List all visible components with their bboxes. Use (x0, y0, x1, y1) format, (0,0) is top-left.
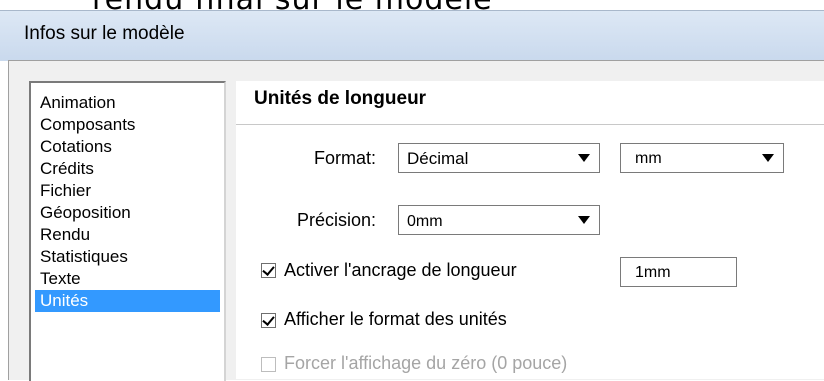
unit-select[interactable]: mm (620, 143, 784, 173)
clipped-background-text: rendu final sur le modèle (0, 0, 824, 10)
force-zero-checkbox (261, 357, 276, 372)
list-item-unites[interactable]: Unités (35, 290, 220, 312)
list-item-fichier[interactable]: Fichier (35, 180, 220, 202)
unit-select-value: mm (635, 150, 662, 167)
chevron-down-icon[interactable] (573, 148, 595, 168)
chevron-down-icon[interactable] (757, 148, 779, 168)
list-item-texte[interactable]: Texte (35, 268, 220, 290)
precision-select-value: 0mm (407, 213, 443, 230)
force-zero-label: Forcer l'affichage du zéro (0 pouce) (284, 353, 568, 373)
list-item-credits[interactable]: Crédits (35, 158, 220, 180)
show-format-checkbox[interactable] (261, 313, 276, 328)
format-label: Format: (314, 148, 377, 168)
section-heading: Unités de longueur (254, 88, 427, 109)
category-list[interactable]: Animation Composants Cotations Crédits F… (29, 81, 226, 381)
list-item-rendu[interactable]: Rendu (35, 224, 220, 246)
snap-length-input[interactable]: 1mm (620, 257, 737, 287)
precision-select[interactable]: 0mm (398, 205, 600, 235)
snap-checkbox[interactable] (261, 263, 276, 278)
chevron-down-icon[interactable] (573, 210, 595, 230)
snap-length-value: 1mm (635, 264, 671, 281)
list-item-cotations[interactable]: Cotations (35, 136, 220, 158)
format-select[interactable]: Décimal (398, 143, 600, 173)
snap-label[interactable]: Activer l'ancrage de longueur (284, 260, 517, 281)
list-item-geoposition[interactable]: Géoposition (35, 202, 220, 224)
list-item-animation[interactable]: Animation (35, 92, 220, 114)
show-format-label[interactable]: Afficher le format des unités (284, 309, 507, 330)
list-item-composants[interactable]: Composants (35, 114, 220, 136)
title-bar: Infos sur le modèle (0, 10, 824, 61)
format-select-value: Décimal (407, 149, 469, 168)
section-divider (236, 124, 824, 125)
list-item-statistiques[interactable]: Statistiques (35, 246, 220, 268)
window-title: Infos sur le modèle (24, 23, 185, 44)
precision-label: Précision: (297, 210, 377, 230)
